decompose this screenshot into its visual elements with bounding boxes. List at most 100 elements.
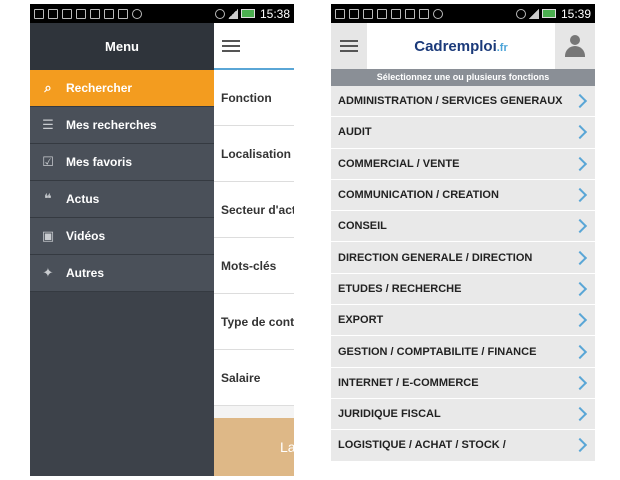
account-button[interactable] <box>555 23 595 69</box>
chat-icon <box>419 8 429 19</box>
criteria-row[interactable]: Secteur d'acti <box>214 182 294 238</box>
function-item[interactable]: DIRECTION GENERALE / DIRECTION <box>331 242 595 274</box>
list-icon: ☰ <box>42 117 54 132</box>
criteria-row[interactable]: Type de contra <box>214 294 294 350</box>
clock: 15:38 <box>259 6 290 21</box>
function-label: EXPORT <box>338 314 384 327</box>
chevron-right-icon <box>572 407 588 422</box>
function-label: ADMINISTRATION / SERVICES GENERAUX <box>338 95 563 108</box>
signal-icon <box>227 8 238 19</box>
drawer-item-label: Mes favoris <box>66 155 133 169</box>
android-icon <box>349 8 359 19</box>
drawer-item[interactable]: ⌕ Rechercher <box>30 70 214 107</box>
signal-icon <box>528 8 539 19</box>
function-item[interactable]: JURIDIQUE FISCAL <box>331 398 595 431</box>
drawer-item[interactable]: ❝ Actus <box>30 181 214 218</box>
image-icon <box>363 8 373 19</box>
left-screen: 15:38 Menu ⌕ Rechercher ☰ Mes recherches ☑ Me… <box>30 4 294 476</box>
usb-icon <box>335 8 345 19</box>
list-subheader: Sélectionnez une ou plusieurs fonctions <box>331 69 595 86</box>
drawer-item-label: Vidéos <box>66 229 106 243</box>
drawer-item[interactable]: ☑ Mes favoris <box>30 144 214 181</box>
notification-icons <box>34 8 215 19</box>
battery-icon <box>240 9 255 18</box>
function-label: COMMUNICATION / CREATION <box>338 189 499 202</box>
criteria-row[interactable]: Salaire <box>214 350 294 406</box>
function-label: CONSEIL <box>338 220 387 233</box>
notification-icons <box>335 8 516 19</box>
wifi-icon <box>214 8 225 19</box>
chevron-right-icon <box>572 219 588 234</box>
function-item[interactable]: GESTION / COMPTABILITE / FINANCE <box>331 336 595 368</box>
action-bar <box>214 23 294 70</box>
video-icon <box>90 8 100 19</box>
chevron-right-icon <box>572 156 588 171</box>
chat-icon <box>118 8 128 19</box>
function-item[interactable]: ADMINISTRATION / SERVICES GENERAUX <box>331 86 595 118</box>
video-icon <box>391 8 401 19</box>
logo: Cadremploi.fr <box>367 38 555 55</box>
function-label: AUDIT <box>338 126 372 139</box>
wifi-icon <box>515 8 526 19</box>
menu-button[interactable] <box>331 23 367 69</box>
quote-icon: ❝ <box>44 191 52 206</box>
criteria-row[interactable]: Localisation <box>214 126 294 182</box>
headphones-icon <box>433 8 443 19</box>
function-item[interactable]: EXPORT <box>331 305 595 337</box>
chevron-right-icon <box>572 281 588 296</box>
user-icon <box>564 35 586 57</box>
drawer-item-label: Mes recherches <box>66 118 157 132</box>
search-button-label: La <box>280 439 294 455</box>
function-label: ETUDES / RECHERCHE <box>338 282 462 295</box>
battery-icon <box>541 9 556 18</box>
function-item[interactable]: AUDIT <box>331 117 595 149</box>
criteria-row[interactable]: Fonction <box>214 70 294 126</box>
function-item[interactable]: INTERNET / E-COMMERCE <box>331 367 595 399</box>
function-label: LOGISTIQUE / ACHAT / STOCK / <box>338 439 506 452</box>
menu-toggle-icon[interactable] <box>222 39 240 52</box>
chevron-right-icon <box>572 94 588 109</box>
video-icon <box>76 8 86 19</box>
function-item[interactable]: LOGISTIQUE / ACHAT / STOCK / <box>331 430 595 462</box>
menu-icon <box>340 40 358 52</box>
image-icon <box>62 8 72 19</box>
function-item[interactable]: COMMERCIAL / VENTE <box>331 148 595 180</box>
function-list: ADMINISTRATION / SERVICES GENERAUX AUDIT C… <box>331 86 595 462</box>
chevron-right-icon <box>572 375 588 390</box>
function-label: GESTION / COMPTABILITE / FINANCE <box>338 345 537 358</box>
navigation-drawer: Menu ⌕ Rechercher ☰ Mes recherches ☑ Mes favo… <box>30 23 214 476</box>
function-item[interactable]: COMMUNICATION / CREATION <box>331 179 595 212</box>
drawer-menu: ⌕ Rechercher ☰ Mes recherches ☑ Mes favoris ❝ A… <box>30 70 214 292</box>
function-label: DIRECTION GENERALE / DIRECTION <box>338 251 533 264</box>
clapperboard-icon: ▣ <box>41 228 55 243</box>
search-icon: ⌕ <box>44 80 52 95</box>
chevron-right-icon <box>572 125 588 140</box>
drawer-item[interactable]: ▣ Vidéos <box>30 218 214 255</box>
function-item[interactable]: ETUDES / RECHERCHE <box>331 273 595 306</box>
usb-icon <box>34 8 44 19</box>
app-header: Cadremploi.fr <box>331 23 595 69</box>
video-icon <box>377 8 387 19</box>
logo-text: Cadremploi <box>414 37 497 55</box>
logo-suffix: .fr <box>496 41 508 54</box>
drawer-item-label: Rechercher <box>66 81 133 95</box>
status-bar: 15:38 <box>30 4 294 23</box>
drawer-item-label: Autres <box>66 266 105 280</box>
star-box-icon: ✦ <box>42 265 54 280</box>
chevron-right-icon <box>572 344 588 359</box>
clock: 15:39 <box>560 6 591 21</box>
drawer-item[interactable]: ✦ Autres <box>30 255 214 292</box>
search-button[interactable]: La <box>214 418 294 476</box>
function-item[interactable]: CONSEIL <box>331 211 595 243</box>
function-label: COMMERCIAL / VENTE <box>338 157 460 170</box>
drawer-title: Menu <box>30 23 214 70</box>
function-label: JURIDIQUE FISCAL <box>338 408 441 421</box>
function-label: INTERNET / E-COMMERCE <box>338 376 479 389</box>
drawer-item[interactable]: ☰ Mes recherches <box>30 107 214 144</box>
criteria-list: Fonction Localisation Secteur d'acti Mots-c… <box>214 70 294 406</box>
chevron-right-icon <box>572 250 588 265</box>
chevron-right-icon <box>572 187 588 203</box>
checkbox-icon: ☑ <box>42 154 54 169</box>
chevron-right-icon <box>572 313 588 328</box>
criteria-row[interactable]: Mots-clés <box>214 238 294 294</box>
